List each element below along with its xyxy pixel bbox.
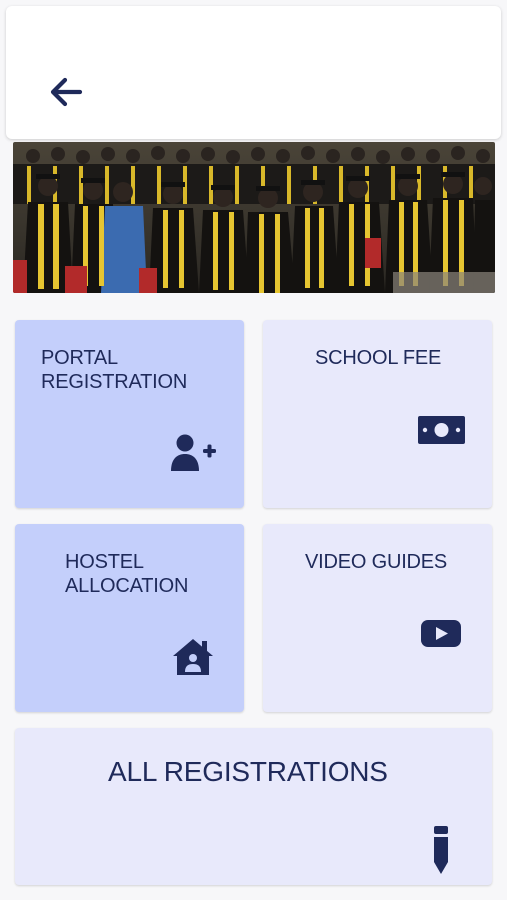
- house-user-icon: [173, 639, 213, 675]
- all-registrations-label: ALL REGISTRATIONS: [108, 756, 388, 787]
- hostel-allocation-label: HOSTEL ALLOCATION: [65, 550, 188, 598]
- video-guides-card[interactable]: VIDEO GUIDES: [263, 524, 492, 712]
- hostel-allocation-line2: ALLOCATION: [65, 575, 189, 597]
- portal-registration-card[interactable]: PORTAL REGISTRATION: [15, 320, 244, 508]
- hostel-allocation-card[interactable]: HOSTEL ALLOCATION: [15, 524, 244, 712]
- portal-registration-line2: REGISTRATION: [41, 371, 188, 393]
- graduation-banner-image: [13, 142, 495, 293]
- portal-registration-line1: PORTAL: [41, 347, 118, 369]
- graduation-photo: [13, 142, 495, 293]
- school-fee-card[interactable]: SCHOOL FEE: [263, 320, 492, 508]
- youtube-play-icon: [421, 620, 461, 647]
- app-bar: [6, 6, 501, 139]
- back-button[interactable]: [46, 74, 86, 110]
- hostel-allocation-line1: HOSTEL: [65, 551, 144, 573]
- pencil-icon: [434, 826, 448, 874]
- all-registrations-card[interactable]: ALL REGISTRATIONS: [15, 728, 492, 885]
- money-bill-icon: [418, 416, 465, 444]
- video-guides-label: VIDEO GUIDES: [305, 551, 448, 573]
- add-user-icon: [171, 434, 216, 471]
- school-fee-label: SCHOOL FEE: [315, 347, 442, 369]
- arrow-left-icon: [50, 77, 83, 107]
- portal-registration-label: PORTAL REGISTRATION: [41, 346, 187, 394]
